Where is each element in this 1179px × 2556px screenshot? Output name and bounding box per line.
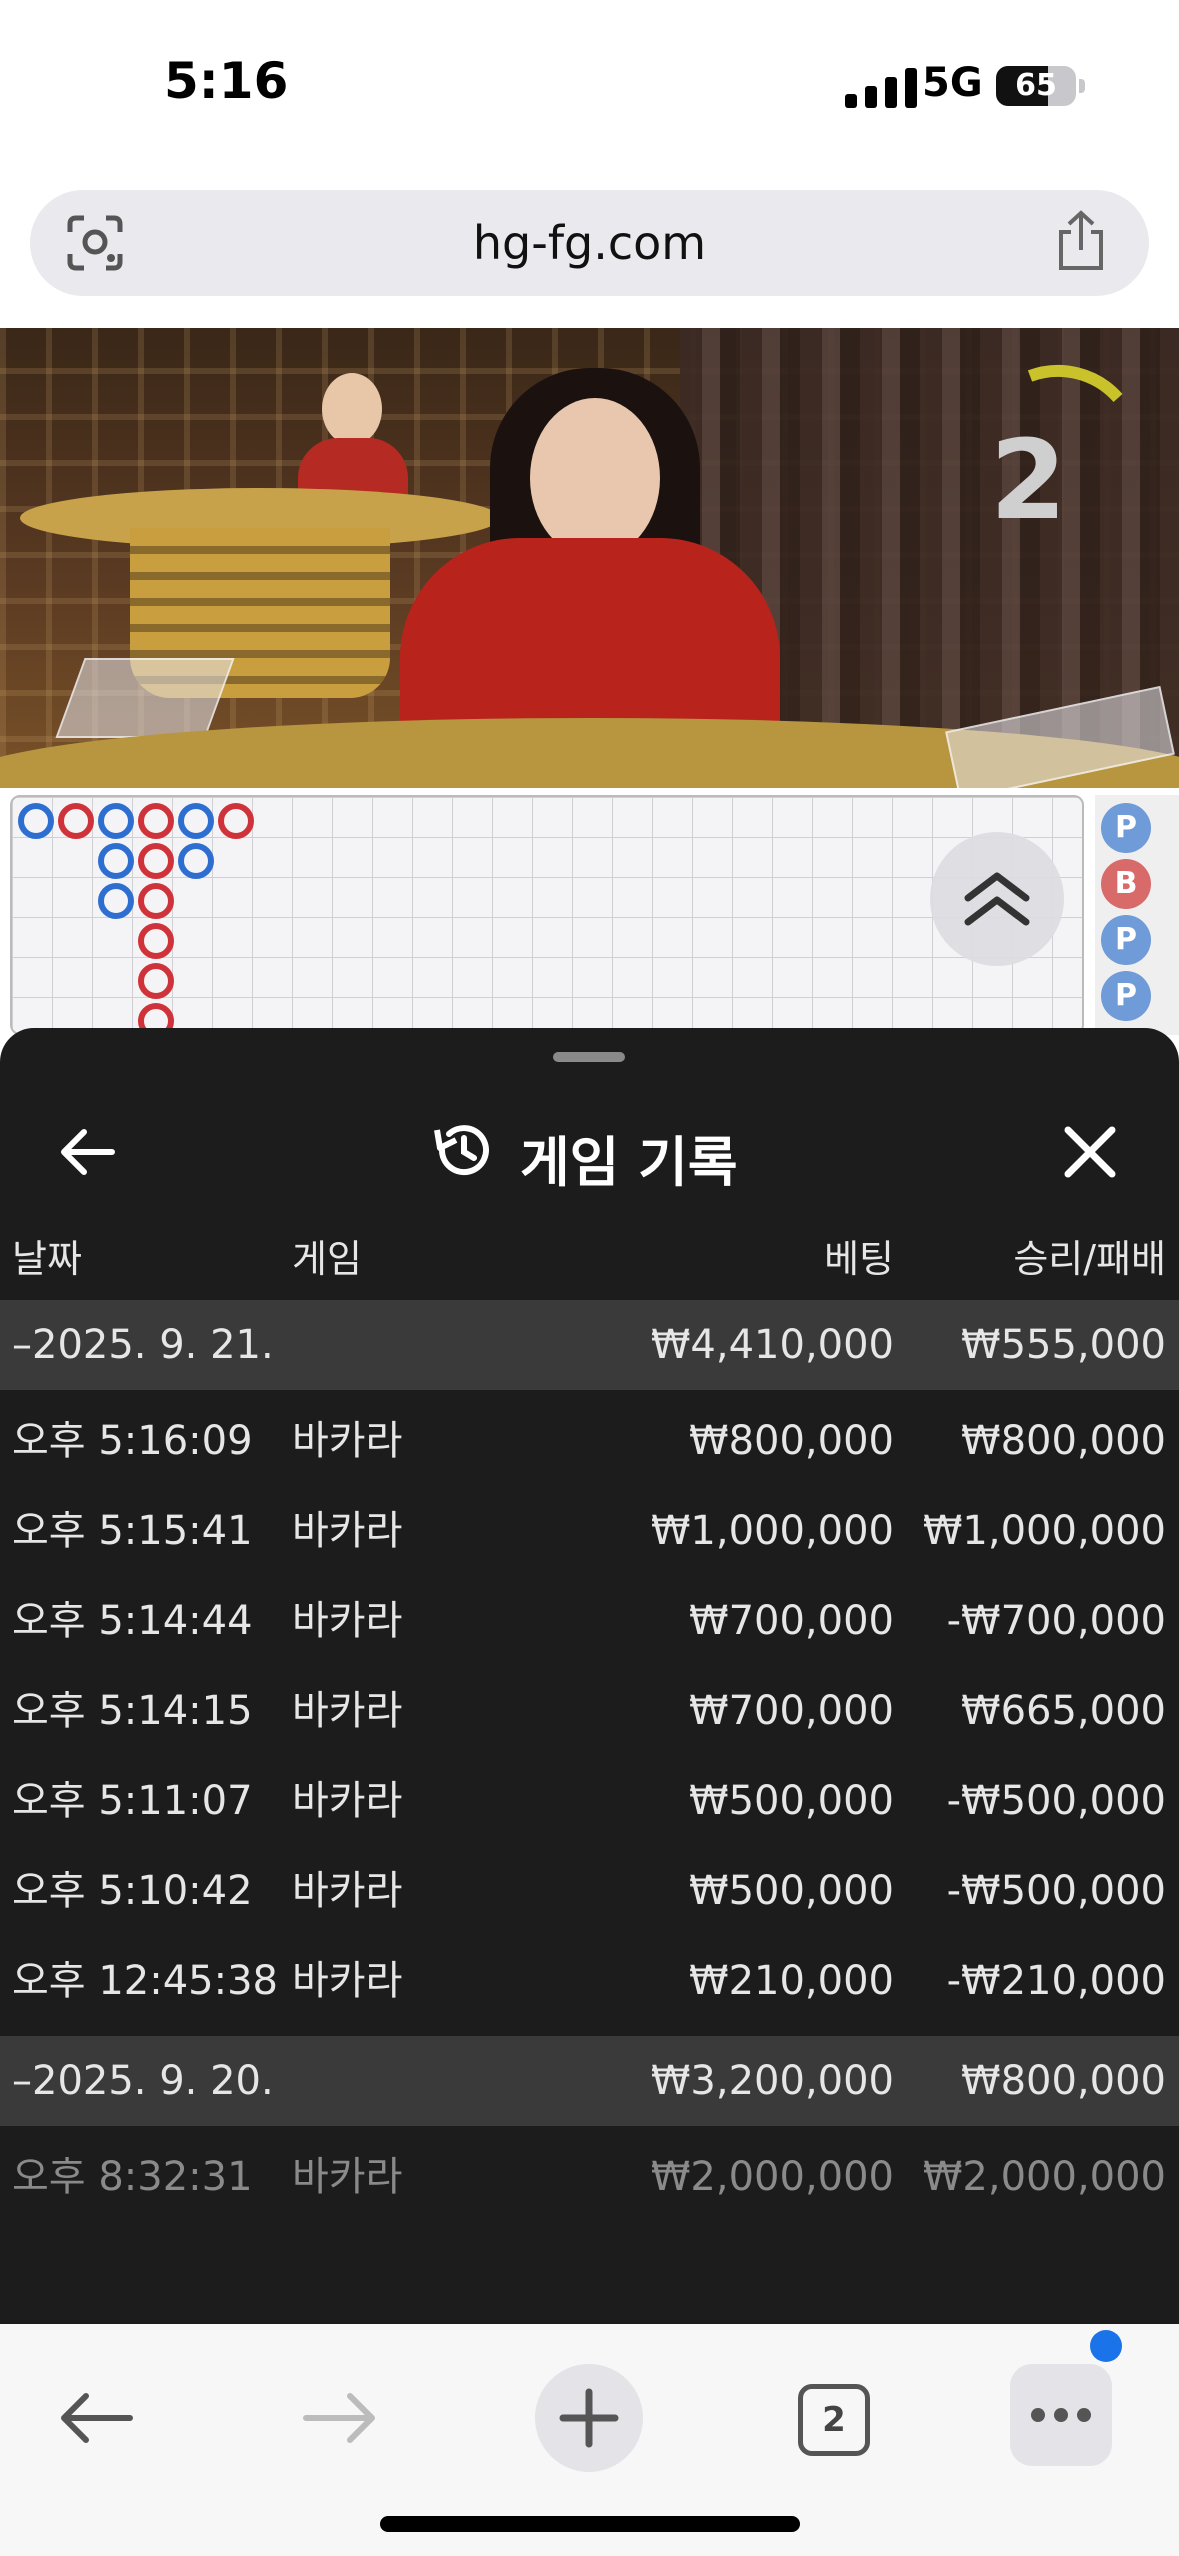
more-menu-button[interactable] xyxy=(1010,2364,1112,2466)
row-game: 바카라 xyxy=(292,1778,403,1824)
table-row[interactable]: 오후 8:32:31 바카라 ₩2,000,000 ₩2,000,000 xyxy=(0,2132,1179,2222)
table-row[interactable]: 오후 5:14:15 바카라 ₩700,000 ₩665,000 xyxy=(0,1666,1179,1756)
live-dealer-video[interactable]: 2 xyxy=(0,328,1179,788)
row-game: 바카라 xyxy=(292,1598,403,1644)
back-arrow-icon[interactable] xyxy=(56,1120,120,1184)
row-time: 오후 5:11:07 xyxy=(12,1778,253,1824)
table-row[interactable]: 오후 5:16:09 바카라 ₩800,000 ₩800,000 xyxy=(0,1396,1179,1486)
column-header-win-loss: 승리/패배 xyxy=(1013,1237,1166,1281)
table-row[interactable]: 오후 5:14:44 바카라 ₩700,000 -₩700,000 xyxy=(0,1576,1179,1666)
sheet-grabber[interactable] xyxy=(553,1052,625,1062)
row-bet: ₩500,000 xyxy=(689,1778,894,1824)
row-game: 바카라 xyxy=(292,1868,403,1914)
row-result: -₩210,000 xyxy=(946,1958,1166,2004)
group-bet-total: ₩3,200,000 xyxy=(650,2058,894,2104)
row-game: 바카라 xyxy=(292,2154,403,2200)
battery-icon: 65 xyxy=(996,66,1076,106)
group-win-total: ₩555,000 xyxy=(961,1322,1166,1368)
countdown-timer: 2 xyxy=(990,416,1067,544)
side-bead: P xyxy=(1101,915,1151,965)
tab-switcher-button[interactable]: 2 xyxy=(798,2384,870,2456)
side-bead: P xyxy=(1101,971,1151,1021)
expand-roadmap-button[interactable] xyxy=(930,832,1064,966)
battery-level: 65 xyxy=(1015,68,1057,103)
group-win-total: ₩800,000 xyxy=(961,2058,1166,2104)
row-bet: ₩210,000 xyxy=(689,1958,894,2004)
row-time: 오후 5:10:42 xyxy=(12,1868,253,1914)
group-bet-total: ₩4,410,000 xyxy=(650,1322,894,1368)
row-result: ₩2,000,000 xyxy=(922,2154,1166,2200)
side-bead: P xyxy=(1101,803,1151,853)
row-result: -₩500,000 xyxy=(946,1868,1166,1914)
cellular-signal-icon xyxy=(845,68,917,108)
row-time: 오후 8:32:31 xyxy=(12,2154,253,2200)
date-group-row[interactable]: –2025. 9. 20. ₩3,200,000 ₩800,000 xyxy=(0,2036,1179,2126)
sheet-title: 게임 기록 xyxy=(520,1131,738,1194)
row-game: 바카라 xyxy=(292,1688,403,1734)
notification-dot xyxy=(1090,2330,1122,2362)
status-bar: 5:16 5G 65 xyxy=(0,0,1179,180)
row-time: 오후 5:16:09 xyxy=(12,1418,253,1464)
row-result: ₩800,000 xyxy=(961,1418,1166,1464)
row-result: -₩500,000 xyxy=(946,1778,1166,1824)
bead-road-map xyxy=(10,795,1084,1035)
home-indicator[interactable] xyxy=(380,2516,800,2532)
table-row[interactable]: 오후 5:11:07 바카라 ₩500,000 -₩500,000 xyxy=(0,1756,1179,1846)
table-row[interactable]: 오후 5:15:41 바카라 ₩1,000,000 ₩1,000,000 xyxy=(0,1486,1179,1576)
network-type: 5G xyxy=(922,60,983,106)
group-date: –2025. 9. 20. xyxy=(12,2058,274,2104)
row-time: 오후 5:15:41 xyxy=(12,1508,253,1554)
history-icon xyxy=(434,1125,489,1176)
row-bet: ₩700,000 xyxy=(689,1688,894,1734)
new-tab-button[interactable] xyxy=(535,2364,643,2472)
row-bet: ₩800,000 xyxy=(689,1418,894,1464)
row-result: -₩700,000 xyxy=(946,1598,1166,1644)
date-group-row[interactable]: –2025. 9. 21. ₩4,410,000 ₩555,000 xyxy=(0,1300,1179,1390)
share-icon[interactable] xyxy=(1053,210,1109,272)
table-row[interactable]: 오후 12:45:38 바카라 ₩210,000 -₩210,000 xyxy=(0,1936,1179,2026)
address-bar[interactable]: hg-fg.com xyxy=(30,190,1149,296)
group-date: –2025. 9. 21. xyxy=(12,1322,274,1368)
row-game: 바카라 xyxy=(292,1418,403,1464)
row-result: ₩665,000 xyxy=(961,1688,1166,1734)
table-row[interactable]: 오후 5:10:42 바카라 ₩500,000 -₩500,000 xyxy=(0,1846,1179,1936)
status-time: 5:16 xyxy=(164,52,289,110)
forward-icon[interactable] xyxy=(300,2390,380,2446)
row-bet: ₩2,000,000 xyxy=(650,2154,894,2200)
double-chevron-up-icon xyxy=(964,872,1030,926)
url-text[interactable]: hg-fg.com xyxy=(30,190,1149,296)
side-bead: B xyxy=(1101,859,1151,909)
row-time: 오후 12:45:38 xyxy=(12,1958,278,2004)
row-bet: ₩500,000 xyxy=(689,1868,894,1914)
row-bet: ₩700,000 xyxy=(689,1598,894,1644)
more-dots-icon xyxy=(1031,2408,1091,2422)
row-bet: ₩1,000,000 xyxy=(650,1508,894,1554)
row-game: 바카라 xyxy=(292,1958,403,2004)
row-result: ₩1,000,000 xyxy=(922,1508,1166,1554)
column-header-game: 게임 xyxy=(292,1237,362,1281)
row-game: 바카라 xyxy=(292,1508,403,1554)
column-header-date: 날짜 xyxy=(12,1237,82,1281)
column-header-bet: 베팅 xyxy=(824,1237,894,1281)
side-bead-road: P B P P xyxy=(1095,795,1179,1035)
game-history-sheet: 게임 기록 날짜 게임 베팅 승리/패배 –2025. 9. 21. ₩4,41… xyxy=(0,1028,1179,2324)
back-icon[interactable] xyxy=(56,2390,136,2446)
plus-icon xyxy=(559,2388,619,2448)
row-time: 오후 5:14:15 xyxy=(12,1688,253,1734)
row-time: 오후 5:14:44 xyxy=(12,1598,253,1644)
close-icon[interactable] xyxy=(1060,1122,1120,1182)
